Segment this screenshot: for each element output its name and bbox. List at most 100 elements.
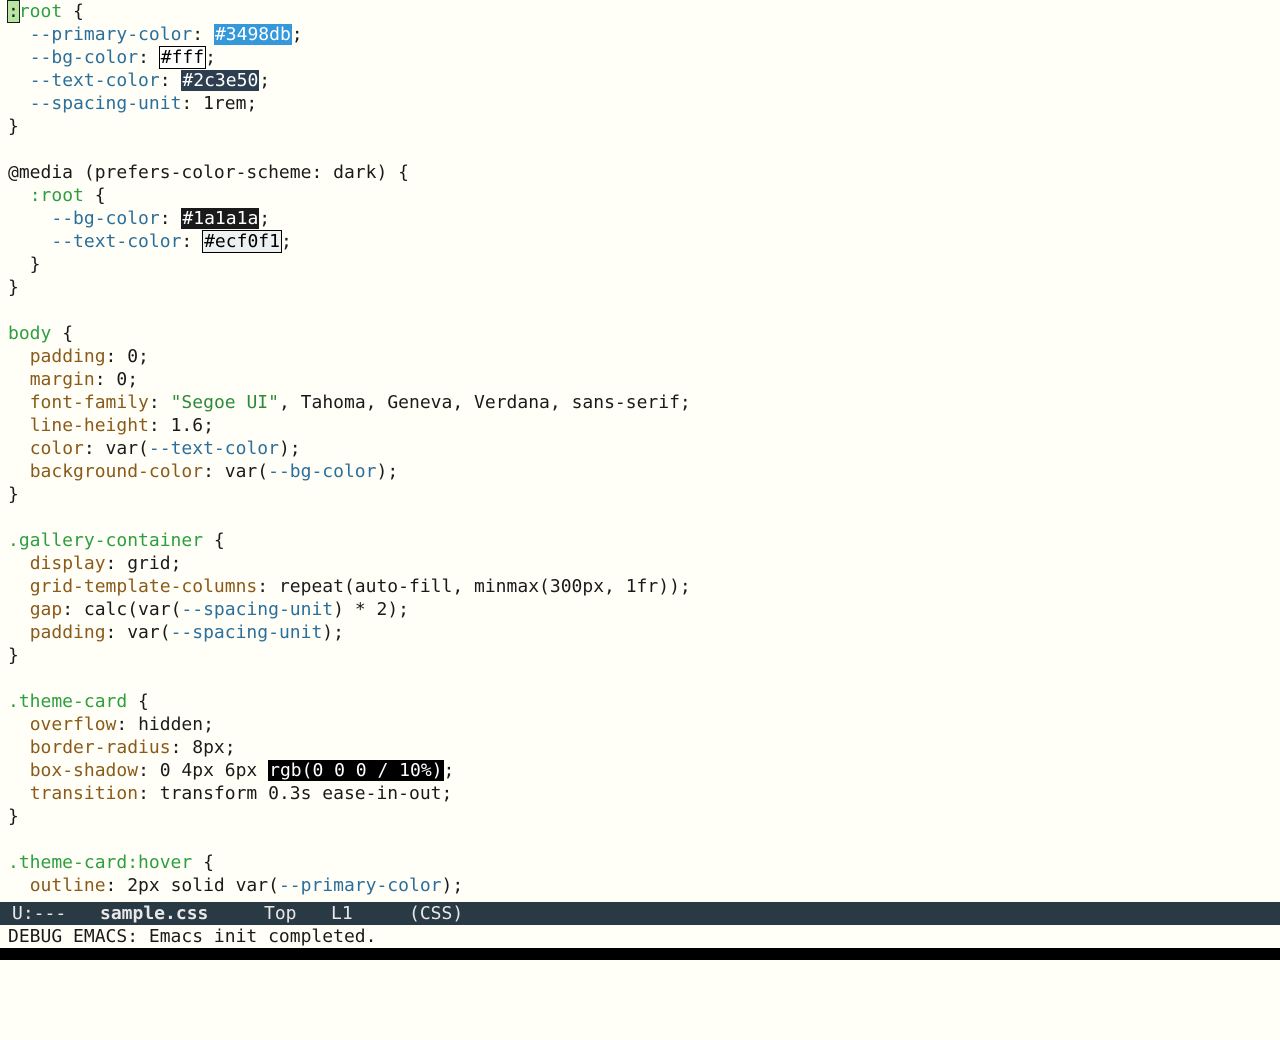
code-text: : var(	[105, 622, 171, 643]
css-selector: :root	[29, 185, 84, 206]
css-selector: .theme-card:hover	[8, 852, 193, 873]
code-text: :	[159, 70, 182, 91]
css-variable: --bg-color	[51, 208, 160, 229]
code-line[interactable]: transition: transform 0.3s ease-in-out;	[8, 782, 453, 805]
code-line[interactable]: .theme-card:hover {	[8, 851, 214, 874]
code-text: );	[376, 461, 399, 482]
code-line[interactable]: overflow: hidden;	[8, 713, 214, 736]
modeline-buffer-name[interactable]: sample.css	[100, 902, 208, 925]
css-property: font-family	[29, 392, 149, 413]
code-line[interactable]: background-color: var(--bg-color);	[8, 460, 398, 483]
css-variable: --bg-color	[29, 47, 139, 68]
code-line[interactable]: body {	[8, 322, 73, 345]
code-text: }	[8, 277, 19, 298]
code-text: );	[322, 622, 344, 643]
css-property: border-radius	[29, 737, 171, 758]
css-variable: --spacing-unit	[170, 622, 323, 643]
code-line[interactable]: margin: 0;	[8, 368, 138, 391]
code-line[interactable]: :root {	[7, 0, 84, 23]
color-swatch: #1a1a1a	[181, 208, 260, 229]
code-line[interactable]: grid-template-columns: repeat(auto-fill,…	[8, 575, 691, 598]
code-line[interactable]: --bg-color: #1a1a1a;	[8, 207, 270, 230]
css-selector: .gallery-container	[8, 530, 204, 551]
code-line[interactable]: --bg-color: #fff;	[8, 46, 216, 69]
echo-area: DEBUG EMACS: Emacs init completed.	[0, 925, 1280, 948]
code-line[interactable]: --text-color: #ecf0f1;	[8, 230, 292, 253]
code-text: ;	[280, 231, 292, 252]
code-line[interactable]: .theme-card {	[8, 690, 149, 713]
code-text: ;	[259, 208, 271, 229]
code-line[interactable]: display: grid;	[8, 552, 182, 575]
code-text: ) * 2);	[333, 599, 409, 620]
modeline-major-mode[interactable]: (CSS)	[409, 902, 463, 925]
css-variable: --text-color	[148, 438, 279, 459]
css-property: gap	[29, 599, 63, 620]
code-text: : 8px;	[170, 737, 236, 758]
code-line[interactable]: --text-color: #2c3e50;	[8, 69, 270, 92]
code-line[interactable]: --spacing-unit: 1rem;	[8, 92, 258, 115]
modeline-status: U:---	[12, 903, 67, 924]
css-string: "Segoe UI"	[170, 392, 279, 413]
code-text: : grid;	[105, 553, 182, 574]
code-line[interactable]: --primary-color: #3498db;	[8, 23, 303, 46]
code-line[interactable]: }	[8, 115, 19, 138]
code-line[interactable]: color: var(--text-color);	[8, 437, 301, 460]
code-text: :	[159, 208, 182, 229]
code-text: : transform 0.3s ease-in-out;	[138, 783, 453, 804]
code-line[interactable]: padding: 0;	[8, 345, 149, 368]
code-text: , Tahoma, Geneva, Verdana, sans-serif;	[278, 392, 691, 413]
code-line[interactable]: }	[8, 483, 19, 506]
code-line[interactable]: gap: calc(var(--spacing-unit) * 2);	[8, 598, 409, 621]
bottom-bar	[0, 948, 1280, 960]
code-line[interactable]: border-radius: 8px;	[8, 736, 236, 759]
code-line[interactable]: }	[8, 276, 19, 299]
code-text: :	[138, 47, 160, 68]
code-text: : 1rem;	[181, 93, 258, 114]
code-line[interactable]: @media (prefers-color-scheme: dark) {	[8, 161, 409, 184]
code-line[interactable]: }	[8, 253, 41, 276]
css-variable: --text-color	[51, 231, 182, 252]
code-line[interactable]: line-height: 1.6;	[8, 414, 214, 437]
editor-buffer[interactable]: :root { --primary-color: #3498db; --bg-c…	[0, 0, 1280, 902]
code-text: {	[51, 323, 74, 344]
code-line[interactable]: padding: var(--spacing-unit);	[8, 621, 344, 644]
code-text: {	[203, 530, 225, 551]
color-swatch: #2c3e50	[181, 70, 260, 91]
code-line[interactable]: outline: 2px solid var(--primary-color);	[8, 874, 464, 897]
code-text: {	[62, 1, 84, 22]
code-text: ;	[205, 47, 216, 68]
code-text: : 0;	[94, 369, 139, 390]
code-text: );	[441, 875, 464, 896]
text-cursor: :	[7, 0, 20, 23]
code-text: }	[8, 645, 19, 666]
css-property: line-height	[29, 415, 149, 436]
code-text: ;	[291, 24, 303, 45]
code-line[interactable]: .gallery-container {	[8, 529, 225, 552]
code-line[interactable]: :root {	[8, 184, 106, 207]
code-text: :	[148, 392, 171, 413]
code-line[interactable]: box-shadow: 0 4px 6px rgb(0 0 0 / 10%);	[8, 759, 454, 782]
css-property: box-shadow	[29, 760, 139, 781]
css-property: background-color	[29, 461, 204, 482]
color-swatch: #ecf0f1	[202, 230, 282, 253]
color-swatch: rgb(0 0 0 / 10%)	[268, 760, 444, 781]
code-line[interactable]: }	[8, 644, 19, 667]
code-line[interactable]: font-family: "Segoe UI", Tahoma, Geneva,…	[8, 391, 691, 414]
code-text: {	[192, 852, 214, 873]
modeline-position: Top	[264, 903, 297, 924]
css-variable: --spacing-unit	[181, 599, 334, 620]
code-line[interactable]: }	[8, 805, 19, 828]
